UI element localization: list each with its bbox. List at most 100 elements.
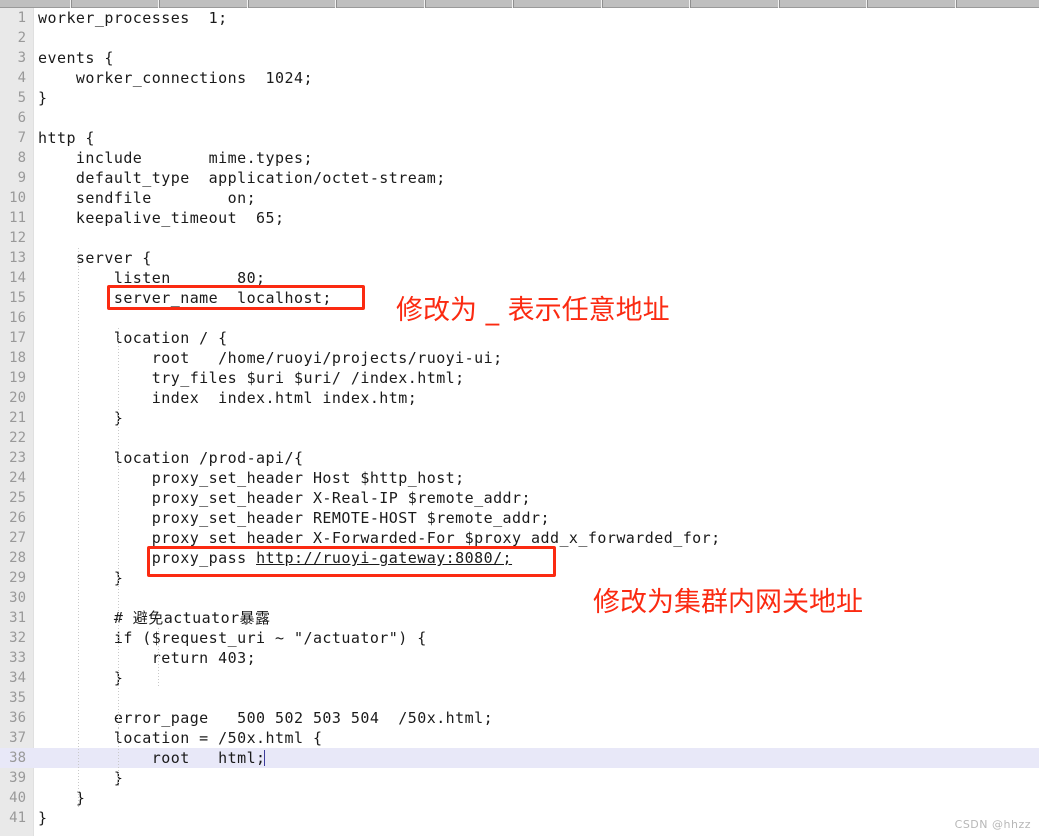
code-text[interactable]: try_files $uri $uri/ /index.html; xyxy=(38,368,465,388)
server-name-note: 修改为 _ 表示任意地址 xyxy=(396,295,670,326)
code-text[interactable]: } xyxy=(38,668,123,688)
line-number: 41 xyxy=(9,810,26,826)
code-text[interactable]: worker_connections 1024; xyxy=(38,68,313,88)
line-number: 23 xyxy=(9,450,26,466)
code-line[interactable]: 26 proxy_set_header REMOTE-HOST $remote_… xyxy=(0,508,1039,528)
code-text[interactable]: http { xyxy=(38,128,95,148)
code-text[interactable]: listen 80; xyxy=(38,268,266,288)
code-line[interactable]: 35 xyxy=(0,688,1039,708)
code-text[interactable]: events { xyxy=(38,48,114,68)
code-line[interactable]: 37 location = /50x.html { xyxy=(0,728,1039,748)
line-number: 5 xyxy=(17,90,26,106)
line-number: 15 xyxy=(9,290,26,306)
proxy-pass-url[interactable]: http://ruoyi-gateway:8080/; xyxy=(256,549,512,567)
line-number: 19 xyxy=(9,370,26,386)
code-text[interactable]: } xyxy=(38,768,123,788)
code-line[interactable]: 40 } xyxy=(0,788,1039,808)
line-number: 31 xyxy=(9,610,26,626)
code-text[interactable]: index index.html index.htm; xyxy=(38,388,417,408)
code-line[interactable]: 20 index index.html index.htm; xyxy=(0,388,1039,408)
code-text[interactable]: proxy_set_header Host $http_host; xyxy=(38,468,465,488)
code-line[interactable]: 29 } xyxy=(0,568,1039,588)
code-text[interactable]: worker_processes 1; xyxy=(38,8,228,28)
code-text[interactable]: return 403; xyxy=(38,648,256,668)
code-line[interactable]: 22 xyxy=(0,428,1039,448)
code-text[interactable]: proxy_set_header REMOTE-HOST $remote_add… xyxy=(38,508,550,528)
code-line[interactable]: 19 try_files $uri $uri/ /index.html; xyxy=(0,368,1039,388)
code-line[interactable]: 3 events { xyxy=(0,48,1039,68)
ruler-tick xyxy=(70,0,72,8)
line-number: 14 xyxy=(9,270,26,286)
code-line[interactable]: 24 proxy_set_header Host $http_host; xyxy=(0,468,1039,488)
code-text[interactable]: include mime.types; xyxy=(38,148,313,168)
code-line[interactable]: 2 xyxy=(0,28,1039,48)
line-number: 7 xyxy=(17,130,26,146)
line-number: 39 xyxy=(9,770,26,786)
code-line[interactable]: 25 proxy_set_header X-Real-IP $remote_ad… xyxy=(0,488,1039,508)
code-text[interactable]: } xyxy=(38,808,47,828)
indent-guide xyxy=(118,728,119,788)
line-number: 4 xyxy=(17,70,26,86)
code-text[interactable]: } xyxy=(38,408,123,428)
code-text[interactable]: root /home/ruoyi/projects/ruoyi-ui; xyxy=(38,348,503,368)
code-text[interactable]: error_page 500 502 503 504 /50x.html; xyxy=(38,708,493,728)
code-line[interactable]: 4 worker_connections 1024; xyxy=(0,68,1039,88)
code-text[interactable]: default_type application/octet-stream; xyxy=(38,168,446,188)
code-line[interactable]: 30 xyxy=(0,588,1039,608)
code-line[interactable]: 11 keepalive_timeout 65; xyxy=(0,208,1039,228)
code-text[interactable]: } xyxy=(38,568,123,588)
code-text[interactable]: root html; xyxy=(38,748,266,768)
code-line[interactable]: 18 root /home/ruoyi/projects/ruoyi-ui; xyxy=(0,348,1039,368)
code-line[interactable]: 6 xyxy=(0,108,1039,128)
code-line[interactable]: 27 proxy_set_header X-Forwarded-For $pro… xyxy=(0,528,1039,548)
code-line[interactable]: 21 } xyxy=(0,408,1039,428)
line-number: 6 xyxy=(17,110,26,126)
code-line[interactable]: 41} xyxy=(0,808,1039,828)
code-line[interactable]: 14 listen 80; xyxy=(0,268,1039,288)
code-line[interactable]: 12 xyxy=(0,228,1039,248)
code-line[interactable]: 28 proxy_pass http://ruoyi-gateway:8080/… xyxy=(0,548,1039,568)
ruler-tick xyxy=(689,0,691,8)
code-text[interactable]: location = /50x.html { xyxy=(38,728,322,748)
code-text[interactable]: server_name localhost; xyxy=(38,288,332,308)
code-line[interactable]: 5} xyxy=(0,88,1039,108)
code-text[interactable]: proxy_pass http://ruoyi-gateway:8080/; xyxy=(38,548,512,568)
code-line[interactable]: 7 http { xyxy=(0,128,1039,148)
code-text[interactable]: server { xyxy=(38,248,152,268)
line-number: 9 xyxy=(17,170,26,186)
line-number: 36 xyxy=(9,710,26,726)
code-line[interactable]: 23 location /prod-api/{ xyxy=(0,448,1039,468)
code-line[interactable]: 13 server { xyxy=(0,248,1039,268)
code-text[interactable]: location / { xyxy=(38,328,228,348)
code-editor[interactable]: 1 worker_processes 1; 2 3 events {4 worker_c… xyxy=(0,8,1039,836)
line-number: 35 xyxy=(9,690,26,706)
line-number: 11 xyxy=(9,210,26,226)
line-number: 40 xyxy=(9,790,26,806)
code-text[interactable]: if ($request_uri ~ "/actuator") { xyxy=(38,628,427,648)
code-line[interactable]: 8 include mime.types; xyxy=(0,148,1039,168)
ruler-tick xyxy=(424,0,426,8)
code-line[interactable]: 38 root html; xyxy=(0,748,1039,768)
code-line[interactable]: 39 } xyxy=(0,768,1039,788)
code-line[interactable]: 1 worker_processes 1; xyxy=(0,8,1039,28)
code-text[interactable]: proxy_set_header X-Real-IP $remote_addr; xyxy=(38,488,531,508)
line-number: 26 xyxy=(9,510,26,526)
line-number: 12 xyxy=(9,230,26,246)
code-text[interactable]: # 避免actuator暴露 xyxy=(38,608,270,628)
code-line[interactable]: 32 if ($request_uri ~ "/actuator") { xyxy=(0,628,1039,648)
code-line[interactable]: 17 location / { xyxy=(0,328,1039,348)
code-text[interactable]: } xyxy=(38,88,47,108)
code-line[interactable]: 36 error_page 500 502 503 504 /50x.html; xyxy=(0,708,1039,728)
code-line[interactable]: 33 return 403; xyxy=(0,648,1039,668)
line-number: 25 xyxy=(9,490,26,506)
code-content[interactable]: 1 worker_processes 1; 2 3 events {4 worker_c… xyxy=(0,8,1039,836)
code-line[interactable]: 10 sendfile on; xyxy=(0,188,1039,208)
code-line[interactable]: 9 default_type application/octet-stream; xyxy=(0,168,1039,188)
code-text[interactable]: keepalive_timeout 65; xyxy=(38,208,285,228)
line-number: 1 xyxy=(17,10,26,26)
code-text[interactable]: sendfile on; xyxy=(38,188,256,208)
code-line[interactable]: 31 # 避免actuator暴露 xyxy=(0,608,1039,628)
code-text[interactable]: proxy_set_header X-Forwarded-For $proxy_… xyxy=(38,528,721,548)
code-line[interactable]: 34 } xyxy=(0,668,1039,688)
line-number: 22 xyxy=(9,430,26,446)
